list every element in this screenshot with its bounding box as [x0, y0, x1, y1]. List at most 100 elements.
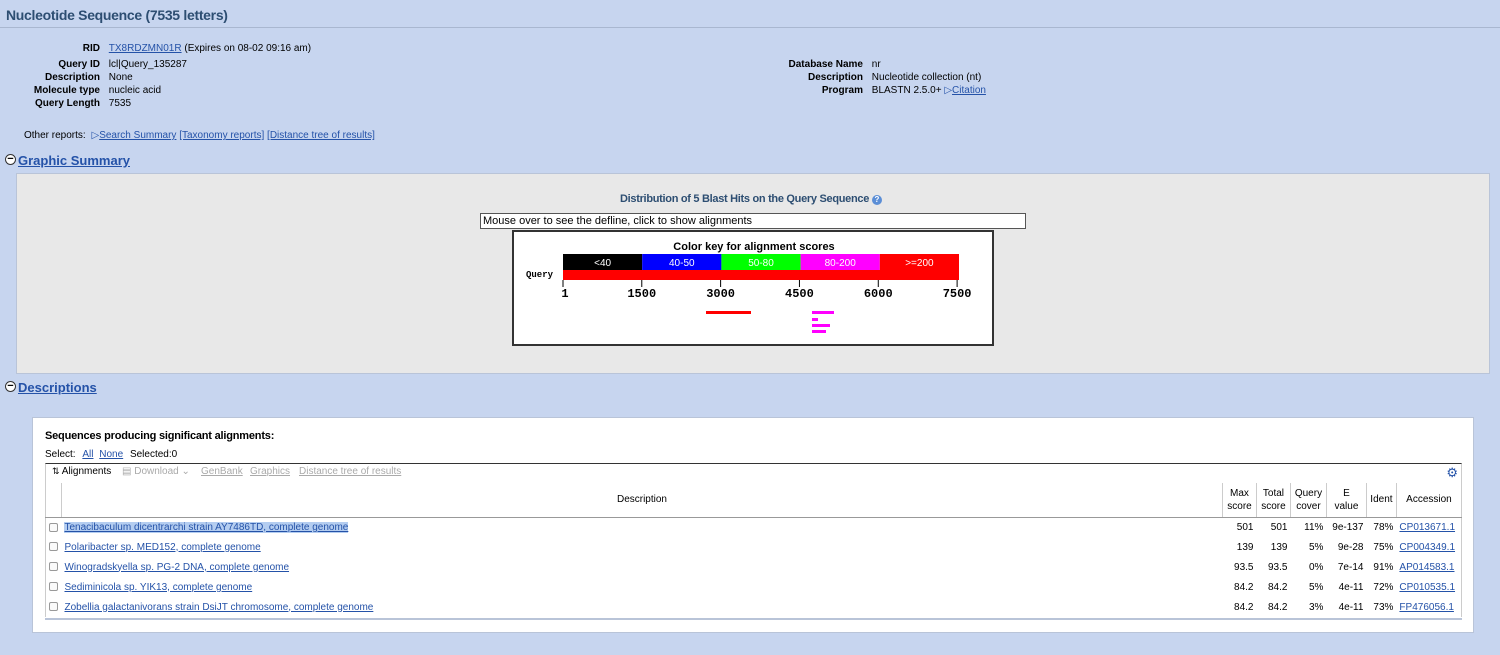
color-key-label: 50-80: [748, 258, 774, 269]
results-header-row: Description Max score Total score Query cov…: [45, 483, 1463, 518]
defline-box: Mouse over to see the defline, click to …: [480, 213, 1026, 229]
description-label: Description: [44, 72, 100, 83]
select-all-link[interactable]: All: [82, 449, 93, 460]
query-id-label: Query ID: [58, 59, 100, 70]
graphic-summary-collapse-icon[interactable]: −: [5, 154, 16, 165]
descriptions-toolbar: ⇅ Alignments ▤ Download ⌄ GenBank Graphi…: [45, 463, 1462, 483]
rid-link[interactable]: TX8RDZMN01R: [109, 43, 182, 54]
cover-cell: 0%: [1309, 561, 1324, 573]
table-row[interactable]: Sediminicola sp. YIK13, complete genome 8…: [46, 577, 1462, 597]
description-link[interactable]: Zobellia galactanivorans strain DsiJT ch…: [64, 602, 373, 613]
query-label: Query: [526, 270, 554, 280]
accession-link[interactable]: FP476056.1: [1399, 602, 1454, 613]
description-column-header[interactable]: Description: [60, 483, 1223, 518]
ident-column-header[interactable]: Ident: [1365, 483, 1397, 518]
hit-bar-3[interactable]: [812, 318, 818, 321]
graphic-heading-text: Distribution of 5 Blast Hits on the Quer…: [620, 193, 870, 205]
row-checkbox[interactable]: [49, 582, 58, 592]
hit-bar-1[interactable]: [706, 311, 751, 314]
descriptions-collapse-icon[interactable]: −: [5, 381, 16, 392]
ident-cell: 72%: [1373, 581, 1394, 593]
description-cell: Zobellia galactanivorans strain DsiJT ch…: [61, 597, 1222, 617]
graphics-link[interactable]: Graphics: [250, 466, 290, 477]
alignment-graphic[interactable]: Color key for alignment scores <40 40-50 5…: [512, 230, 994, 346]
query-cover-column-header[interactable]: Query cover: [1289, 483, 1327, 518]
max-cell: 84.2: [1234, 601, 1254, 613]
accession-link[interactable]: CP004349.1: [1399, 542, 1455, 553]
table-row[interactable]: Winogradskyella sp. PG-2 DNA, complete g…: [46, 557, 1462, 577]
max-cell: 84.2: [1234, 581, 1254, 593]
descriptions-title[interactable]: Descriptions: [18, 380, 97, 395]
query-cover-header-line2: cover: [1296, 500, 1321, 512]
cover-cell: 3%: [1309, 601, 1324, 613]
color-key-label: <40: [594, 258, 611, 269]
max-cell: 501: [1236, 521, 1254, 533]
color-key-label: 40-50: [669, 258, 695, 269]
db-description-label: Description: [807, 72, 863, 83]
evalue-cell: 4e-11: [1338, 581, 1364, 593]
select-none-link[interactable]: None: [99, 449, 123, 460]
help-icon[interactable]: ?: [871, 195, 882, 205]
max-score-header-line1: Max: [1230, 487, 1249, 499]
query-length-row: Query Length 7535: [20, 98, 131, 111]
selected-count: Selected:0: [129, 449, 178, 460]
db-description-row: Description Nucleotide collection (nt): [760, 72, 981, 85]
query-id-row: Query ID lcl|Query_135287: [20, 59, 187, 72]
download-icon: ▤: [122, 466, 132, 477]
total-cell: 84.2: [1268, 581, 1288, 593]
accession-link[interactable]: AP014583.1: [1399, 562, 1454, 573]
select-column-header: [45, 483, 62, 518]
total-cell: 84.2: [1268, 601, 1288, 613]
citation-link[interactable]: Citation: [952, 85, 986, 96]
program-row: Program BLASTN 2.5.0+ ▷Citation: [760, 85, 986, 98]
distance-tree-toolbar-link[interactable]: Distance tree of results: [299, 466, 401, 477]
row-checkbox[interactable]: [49, 542, 58, 552]
ident-cell: 75%: [1373, 541, 1394, 553]
row-checkbox[interactable]: [49, 562, 58, 572]
gear-icon[interactable]: ⚙: [1446, 465, 1458, 481]
evalue-cell: 9e-137: [1332, 521, 1364, 533]
program-value: BLASTN 2.5.0+: [871, 85, 942, 96]
max-score-column-header[interactable]: Max score: [1222, 483, 1257, 518]
hit-bar-2[interactable]: [812, 311, 834, 314]
hit-bar-5[interactable]: [812, 330, 826, 333]
accession-column-header[interactable]: Accession: [1395, 483, 1463, 518]
description-link[interactable]: Sediminicola sp. YIK13, complete genome: [64, 582, 252, 593]
row-checkbox[interactable]: [49, 602, 58, 612]
accession-link[interactable]: CP010535.1: [1399, 582, 1455, 593]
description-row: Description None: [20, 72, 133, 85]
description-link[interactable]: Tenacibaculum dicentrarchi strain AY7486…: [64, 521, 349, 533]
query-bar: [563, 270, 959, 280]
total-score-header-line1: Total: [1262, 487, 1285, 499]
database-row: Database Name nr: [760, 59, 881, 72]
accession-cell: CP013671.1: [1396, 517, 1461, 537]
citation-arrow-icon: ▷: [944, 85, 953, 96]
total-score-column-header[interactable]: Total score: [1255, 483, 1291, 518]
download-toolbar-item[interactable]: ▤ Download ⌄: [122, 466, 190, 477]
axis-tick-label: 7500: [943, 287, 972, 301]
other-reports: Other reports: ▷Search Summary [Taxonomy…: [24, 130, 375, 143]
axis-tick-label: 3000: [706, 287, 735, 301]
table-row[interactable]: Tenacibaculum dicentrarchi strain AY7486…: [46, 517, 1462, 537]
table-row[interactable]: Zobellia galactanivorans strain DsiJT ch…: [46, 597, 1462, 617]
query-cover-header-line1: Query: [1294, 487, 1323, 499]
description-link[interactable]: Polaribacter sp. MED152, complete genome: [64, 542, 260, 553]
description-link[interactable]: Winogradskyella sp. PG-2 DNA, complete g…: [64, 562, 289, 573]
evalue-cell: 7e-14: [1337, 561, 1364, 573]
accession-cell: AP014583.1: [1396, 557, 1461, 577]
e-value-column-header[interactable]: Evalue: [1325, 483, 1367, 518]
genbank-link[interactable]: GenBank: [201, 466, 243, 477]
row-checkbox[interactable]: [49, 522, 58, 532]
table-row[interactable]: Polaribacter sp. MED152, complete genome…: [46, 537, 1462, 557]
db-description-value: Nucleotide collection (nt): [871, 72, 982, 83]
hit-bar-4[interactable]: [812, 324, 830, 327]
search-summary-link[interactable]: Search Summary: [99, 130, 176, 141]
graphic-summary-title[interactable]: Graphic Summary: [18, 153, 130, 168]
descriptions-heading: Sequences producing significant alignmen…: [45, 430, 275, 442]
rid-label: RID: [82, 43, 100, 54]
accession-link[interactable]: CP013671.1: [1399, 522, 1455, 533]
alignments-toolbar-item[interactable]: ⇅ Alignments: [52, 466, 111, 477]
taxonomy-reports-link[interactable]: [Taxonomy reports]: [179, 130, 264, 141]
distance-tree-link[interactable]: [Distance tree of results]: [267, 130, 375, 141]
database-value: nr: [871, 59, 881, 70]
